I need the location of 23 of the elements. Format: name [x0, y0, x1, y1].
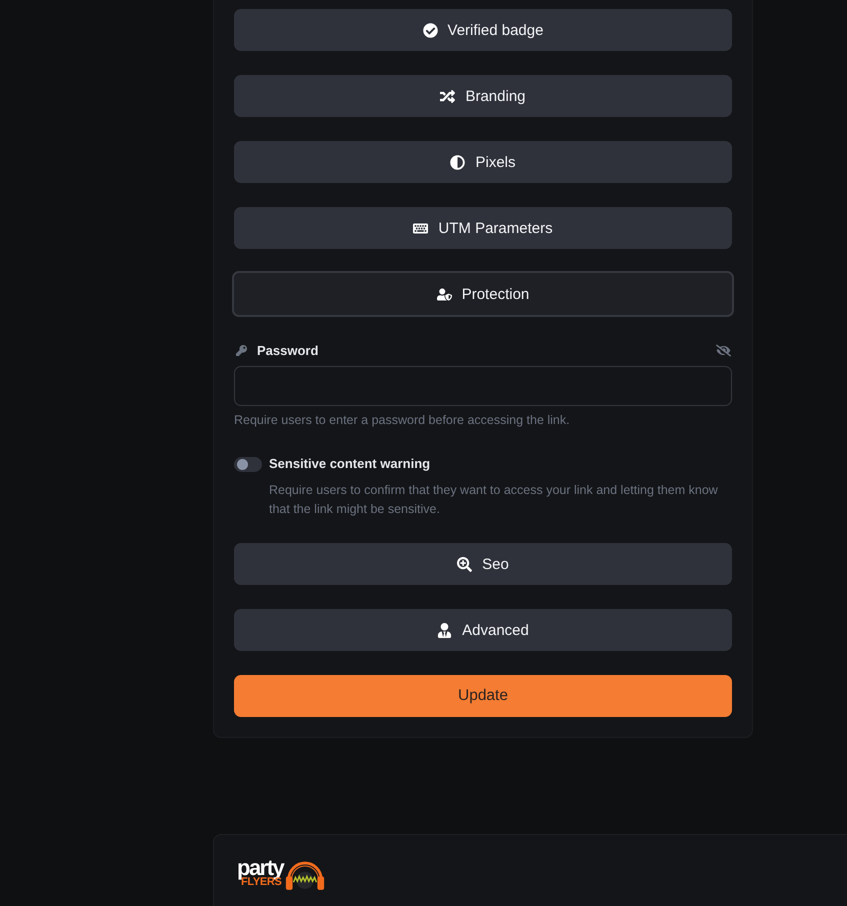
- toggle-description: Require users to confirm that they want to access your link and letting them know that the link might be sensitive.: [269, 482, 719, 518]
- toggle-switch[interactable]: [234, 456, 262, 472]
- field-label: Password: [257, 342, 320, 358]
- contrast-icon: [450, 154, 466, 170]
- accordion-button[interactable]: UTM Parameters: [234, 207, 732, 249]
- password-field[interactable]: [234, 366, 732, 406]
- accordion-button[interactable]: Branding: [234, 75, 732, 117]
- keyboard-icon: [413, 220, 428, 236]
- person-icon: [437, 622, 452, 638]
- field-help: Require users to enter a password before accessing the link.: [234, 413, 571, 427]
- headphones-icon: [284, 861, 326, 891]
- eye-slash-icon[interactable]: [716, 342, 731, 358]
- accordion-button[interactable]: Advanced: [234, 609, 732, 651]
- accordion-button[interactable]: Pixels: [234, 141, 732, 183]
- update-button[interactable]: Update: [234, 675, 732, 717]
- zoom-in-icon: [457, 556, 472, 572]
- accordion-button[interactable]: Seo: [234, 543, 732, 585]
- accordion-button[interactable]: Protection: [232, 271, 734, 317]
- shuffle-icon: [440, 88, 456, 104]
- key-icon: [236, 344, 247, 356]
- accordion-button[interactable]: Verified badge: [234, 9, 732, 51]
- toggle-label: Sensitive content warning: [269, 456, 432, 472]
- user-shield-icon: [436, 286, 452, 302]
